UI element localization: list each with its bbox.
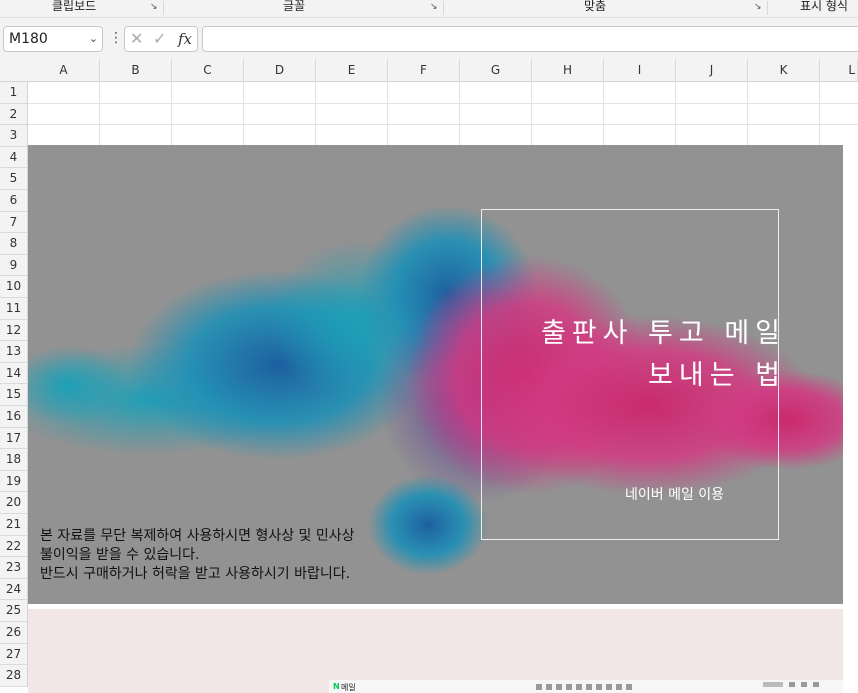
name-box[interactable]: M180 ⌄ [3,26,103,52]
row-header-5[interactable]: 5 [0,168,28,190]
column-headers: A B C D E F G H I J K L [0,59,858,82]
row-header-27[interactable]: 27 [0,643,28,666]
column-header-e[interactable]: E [316,59,388,81]
banner-title: 출판사 투고 메일 보내는 법 [541,313,786,397]
row-header-23[interactable]: 23 [0,557,28,579]
notice-line: 본 자료를 무단 복제하여 사용하시면 형사상 및 민사상 [40,528,355,544]
ribbon-group-labels: 클립보드 ↘ 글꼴 ↘ 맞춤 ↘ 표시 형식 [0,0,858,18]
column-header-a[interactable]: A [28,59,100,81]
banner-title-line2: 보내는 법 [648,360,786,391]
row-header-1[interactable]: 1 [0,82,28,104]
notice-line: 반드시 구매하거나 허락을 받고 사용하시기 바랍니다. [40,566,351,582]
column-header-f[interactable]: F [388,59,460,81]
ribbon-group-alignment: 맞춤 [584,0,607,13]
tray-icons [763,682,819,689]
column-header-c[interactable]: C [172,59,244,81]
column-header-b[interactable]: B [100,59,172,81]
row-header-20[interactable]: 20 [0,492,28,514]
row-header-18[interactable]: 18 [0,449,28,471]
row-header-22[interactable]: 22 [0,535,28,558]
row-header-7[interactable]: 7 [0,211,28,234]
row-header-11[interactable]: 11 [0,298,28,320]
row-header-28[interactable]: 28 [0,665,28,687]
row-header-15[interactable]: 15 [0,384,28,406]
embedded-taskbar: N 메일 [329,680,843,693]
insert-function-icon[interactable]: fx [178,30,192,48]
cover-image[interactable]: 출판사 투고 메일 보내는 법 네이버 메일 이용 본 자료를 무단 복제하여 … [28,145,843,604]
check-icon[interactable]: ✓ [153,29,166,48]
copyright-notice: 본 자료를 무단 복제하여 사용하시면 형사상 및 민사상 불이익을 받을 수 … [40,527,355,584]
banner-subtitle: 네이버 메일 이용 [625,487,725,503]
row-header-6[interactable]: 6 [0,190,28,212]
column-header-k[interactable]: K [748,59,820,81]
ribbon-group-number: 표시 형식 [800,0,848,13]
formula-input[interactable] [202,26,858,52]
row-header-2[interactable]: 2 [0,103,28,126]
clipboard-dialog-launcher-icon[interactable]: ↘ [150,3,159,12]
row-header-24[interactable]: 24 [0,578,28,601]
row-header-25[interactable]: 25 [0,600,28,622]
row-header-13[interactable]: 13 [0,341,28,363]
ribbon-separator [767,1,768,15]
ribbon-separator [443,1,444,15]
naver-icon: N [333,682,340,691]
font-dialog-launcher-icon[interactable]: ↘ [430,3,439,12]
notice-line: 불이익을 받을 수 있습니다. [40,547,200,563]
column-header-g[interactable]: G [460,59,532,81]
row-header-12[interactable]: 12 [0,319,28,342]
ribbon-separator [163,1,164,15]
ribbon-group-clipboard: 클립보드 [52,0,97,13]
row-header-21[interactable]: 21 [0,514,28,536]
row-header-19[interactable]: 19 [0,470,28,493]
column-header-h[interactable]: H [532,59,604,81]
more-options-icon[interactable]: ⋮ [109,30,123,46]
row-header-26[interactable]: 26 [0,622,28,644]
column-header-d[interactable]: D [244,59,316,81]
row-header-4[interactable]: 4 [0,146,28,169]
chevron-down-icon[interactable]: ⌄ [89,27,98,51]
row-header-14[interactable]: 14 [0,362,28,385]
row-header-10[interactable]: 10 [0,276,28,298]
ribbon-group-font: 글꼴 [283,0,306,13]
row-header-16[interactable]: 16 [0,406,28,428]
column-header-i[interactable]: I [604,59,676,81]
row-header-17[interactable]: 17 [0,427,28,450]
banner-title-line1: 출판사 투고 메일 [540,318,786,349]
alignment-dialog-launcher-icon[interactable]: ↘ [754,3,763,12]
taskbar-icons [536,683,636,692]
name-box-value: M180 [9,31,48,47]
row-header-3[interactable]: 3 [0,125,28,147]
taskbar-app-label: 메일 [341,683,356,692]
cancel-icon[interactable]: ✕ [130,29,143,48]
row-header-8[interactable]: 8 [0,233,28,255]
column-header-l[interactable]: L [820,59,858,81]
formula-buttons: ✕ ✓ fx [124,26,198,52]
column-header-j[interactable]: J [676,59,748,81]
row-header-9[interactable]: 9 [0,254,28,277]
